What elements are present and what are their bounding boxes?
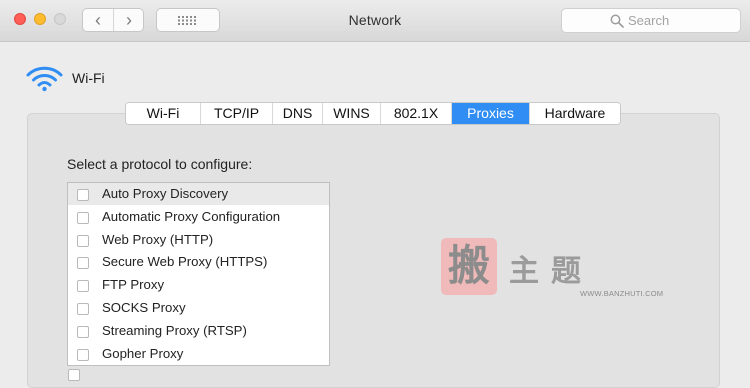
tab-proxies[interactable]: Proxies bbox=[452, 103, 530, 124]
watermark: 搬 主题 WWW.BANZHUTI.COM bbox=[437, 235, 664, 302]
tab-wifi[interactable]: Wi-Fi bbox=[126, 103, 201, 124]
protocol-label: Auto Proxy Discovery bbox=[102, 186, 229, 201]
protocol-row-automatic-proxy-configuration[interactable]: Automatic Proxy Configuration bbox=[68, 206, 329, 228]
protocol-label: SOCKS Proxy bbox=[102, 300, 186, 315]
protocol-row-auto-proxy-discovery[interactable]: Auto Proxy Discovery bbox=[68, 183, 329, 205]
protocol-checkbox[interactable] bbox=[77, 348, 89, 361]
interface-name: Wi-Fi bbox=[72, 70, 105, 86]
seal-logo: 搬 bbox=[441, 238, 497, 295]
protocol-checkbox[interactable] bbox=[77, 211, 89, 224]
protocol-checkbox[interactable] bbox=[77, 325, 89, 338]
network-settings-tabs: Wi-Fi TCP/IP DNS WINS 802.1X Proxies Har… bbox=[125, 102, 621, 125]
protocol-row-web-proxy-http[interactable]: Web Proxy (HTTP) bbox=[68, 229, 329, 251]
tab-8021x[interactable]: 802.1X bbox=[381, 103, 452, 124]
wifi-icon bbox=[26, 66, 63, 92]
watermark-url: WWW.BANZHUTI.COM bbox=[580, 289, 664, 298]
protocol-checkbox[interactable] bbox=[77, 189, 89, 201]
protocol-row-secure-web-proxy-https[interactable]: Secure Web Proxy (HTTPS) bbox=[68, 251, 329, 273]
protocol-label: Secure Web Proxy (HTTPS) bbox=[102, 254, 268, 270]
protocol-label: Streaming Proxy (RTSP) bbox=[102, 322, 247, 338]
protocol-checkbox[interactable] bbox=[77, 257, 89, 270]
protocol-row-gopher-proxy[interactable]: Gopher Proxy bbox=[68, 343, 329, 365]
protocol-checkbox[interactable] bbox=[77, 303, 89, 315]
search-icon bbox=[610, 14, 624, 28]
search-field[interactable] bbox=[561, 8, 741, 33]
protocol-checkbox[interactable] bbox=[77, 280, 89, 293]
protocol-label: FTP Proxy bbox=[102, 277, 165, 293]
seal-character: 搬 bbox=[448, 241, 490, 290]
tab-dns[interactable]: DNS bbox=[273, 103, 323, 124]
protocol-checkbox[interactable] bbox=[77, 234, 89, 247]
search-input[interactable] bbox=[628, 12, 728, 29]
protocol-prompt: Select a protocol to configure: bbox=[67, 156, 253, 172]
bottom-checkbox[interactable] bbox=[68, 369, 80, 381]
watermark-title: 主题 bbox=[509, 254, 593, 289]
protocol-label: Web Proxy (HTTP) bbox=[102, 231, 214, 247]
tab-tcp-ip[interactable]: TCP/IP bbox=[201, 103, 273, 124]
window-titlebar: ‹ › Network Search bbox=[0, 0, 750, 42]
tab-wins[interactable]: WINS bbox=[323, 103, 381, 124]
protocol-label: Automatic Proxy Configuration bbox=[102, 208, 281, 224]
protocol-list: Auto Proxy Discovery Automatic Proxy Con… bbox=[67, 182, 330, 366]
protocol-row-socks-proxy[interactable]: SOCKS Proxy bbox=[68, 297, 329, 319]
protocol-row-ftp-proxy[interactable]: FTP Proxy bbox=[68, 274, 329, 296]
protocol-label: Gopher Proxy bbox=[102, 345, 184, 361]
tab-hardware[interactable]: Hardware bbox=[530, 103, 620, 124]
protocol-row-streaming-proxy-rtsp[interactable]: Streaming Proxy (RTSP) bbox=[68, 320, 329, 342]
